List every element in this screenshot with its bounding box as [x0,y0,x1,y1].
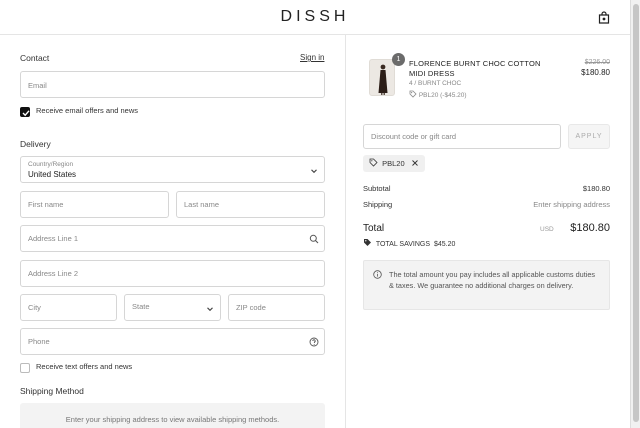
state-placeholder: State [132,302,150,311]
product-variant: 4 / BURNT CHOC [409,80,462,87]
header: DISSH [0,0,630,35]
delivery-heading: Delivery [20,139,51,149]
brand-logo[interactable]: DISSH [0,8,630,26]
phone-field[interactable]: Phone [20,328,325,355]
address-line1-placeholder: Address Line 1 [28,234,79,243]
dress-image [378,64,388,95]
tag-icon [409,90,417,98]
tag-icon [364,239,371,246]
chevron-down-icon [207,307,213,312]
shipping-value: Enter shipping address [533,200,610,209]
contact-heading: Contact [20,53,50,63]
country-value: United States [28,170,77,179]
quantity-badge: 1 [392,53,405,66]
country-label: Country/Region [28,161,74,168]
customs-notice: The total amount you pay includes all ap… [363,260,610,310]
customs-notice-text: The total amount you pay includes all ap… [389,270,596,290]
savings-value: $45.20 [433,241,456,248]
subtotal-label: Subtotal [363,184,391,193]
shipping-label: Shipping [363,200,393,209]
total-currency: USD [540,226,554,233]
country-select[interactable]: Country/Region United States [20,156,325,183]
city-placeholder: City [28,303,41,312]
shipping-method-heading: Shipping Method [20,386,84,396]
checkmark-icon [22,110,30,117]
chevron-down-icon [311,169,317,174]
total-value: $180.80 [570,222,610,234]
email-offers-label: Receive email offers and news [36,106,138,115]
product-discount: PBL20 (-$45.20) [409,90,467,99]
product-discount-text: PBL20 (-$45.20) [418,92,467,99]
shipping-method-message: Enter your shipping address to view avai… [65,415,280,424]
help-circle-icon[interactable] [309,337,319,347]
last-name-placeholder: Last name [184,200,220,209]
tag-icon [369,158,378,167]
applied-discount-code: PBL20 [382,159,405,168]
zip-code-field[interactable]: ZIP code [228,294,325,321]
total-savings: TOTAL SAVINGS $45.20 [363,238,455,248]
apply-button[interactable]: APPLY [568,124,610,149]
close-icon[interactable] [411,159,419,167]
address-line2-field[interactable]: Address Line 2 [20,260,325,287]
text-offers-checkbox[interactable] [20,363,30,373]
shopping-bag-icon[interactable] [598,11,610,24]
last-name-field[interactable]: Last name [176,191,325,218]
address-line1-field[interactable]: Address Line 1 [20,225,325,252]
total-label: Total [363,223,385,234]
discount-code-field[interactable]: Discount code or gift card [363,124,561,149]
email-placeholder: Email [28,81,47,90]
page-scrollbar[interactable] [630,0,640,428]
zip-code-placeholder: ZIP code [236,303,266,312]
email-field[interactable]: Email [20,71,325,98]
phone-placeholder: Phone [28,337,50,346]
first-name-field[interactable]: First name [20,191,169,218]
price-original: $226.00 [584,59,610,66]
email-offers-checkbox[interactable] [20,107,30,117]
product-thumbnail [369,59,395,96]
applied-discount-chip: PBL20 [363,155,425,172]
savings-label: TOTAL SAVINGS [375,241,431,248]
sign-in-link[interactable]: Sign in [300,53,324,62]
search-icon[interactable] [309,234,319,244]
state-select[interactable]: State [124,294,221,321]
subtotal-value: $180.80 [582,184,610,193]
scrollbar-thumb[interactable] [633,4,639,422]
address-line2-placeholder: Address Line 2 [28,269,79,278]
text-offers-label: Receive text offers and news [36,362,133,371]
column-divider [345,35,346,428]
city-field[interactable]: City [20,294,117,321]
info-icon [373,270,382,279]
first-name-placeholder: First name [28,200,64,209]
product-name: FLORENCE BURNT CHOC COTTON MIDI DRESS [409,59,541,78]
shipping-method-info: Enter your shipping address to view avai… [20,403,325,428]
discount-code-placeholder: Discount code or gift card [371,132,457,141]
price-final: $180.80 [581,68,610,77]
